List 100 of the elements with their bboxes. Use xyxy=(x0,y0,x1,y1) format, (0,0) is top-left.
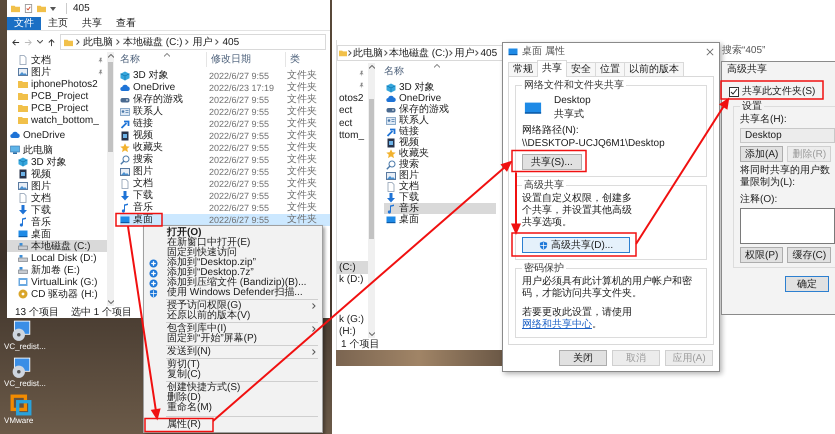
menu-item[interactable]: 删除(D) xyxy=(144,393,322,403)
breadcrumb[interactable]: 本地磁盘 (C:) xyxy=(389,48,448,58)
nav-item[interactable]: 视频 xyxy=(7,168,107,180)
pin-icon[interactable] xyxy=(358,70,365,77)
checklist-icon[interactable] xyxy=(24,4,33,13)
scroll-up-icon[interactable] xyxy=(108,54,114,58)
nav-item[interactable]: k (G:) xyxy=(337,313,368,326)
installer-icon[interactable] xyxy=(10,320,32,342)
nav-item[interactable]: 本地磁盘 (C:) xyxy=(7,240,107,252)
share-button[interactable]: 共享(S)... xyxy=(522,154,582,170)
nav-item[interactable]: (C:) xyxy=(337,261,368,274)
nav-item[interactable]: ect xyxy=(337,104,368,117)
address-bar[interactable]: 此电脑 本地磁盘 (C:) 用户 405 xyxy=(337,45,503,61)
caret-icon[interactable] xyxy=(37,40,43,44)
file-row[interactable]: 下载 xyxy=(384,192,496,203)
tab[interactable]: 以前的版本 xyxy=(624,62,684,76)
comment-field[interactable] xyxy=(740,208,835,244)
breadcrumb[interactable]: 此电脑 xyxy=(353,48,383,58)
menu-item[interactable]: 发送到(N) xyxy=(144,347,322,357)
tab[interactable]: 位置 xyxy=(595,62,625,76)
menu-item[interactable]: 包含到库中(I) xyxy=(144,324,322,334)
dialog-button[interactable]: 关闭 xyxy=(559,350,607,366)
dialog-button[interactable]: 缓存(C) xyxy=(787,247,832,263)
file-row[interactable]: 保存的游戏 xyxy=(384,104,496,115)
file-row[interactable]: OneDrive xyxy=(384,93,496,104)
file-row[interactable]: 文档 2022/6/27 9:55 文件夹 xyxy=(120,178,330,190)
menu-item[interactable]: 固定到快速访问 xyxy=(144,248,322,258)
nav-item[interactable]: 图片 xyxy=(7,66,107,78)
file-row[interactable]: 收藏夹 2022/6/27 9:55 文件夹 xyxy=(120,142,330,154)
file-row[interactable]: 桌面 2022/6/27 9:55 文件夹 xyxy=(120,214,330,226)
checkbox[interactable] xyxy=(729,86,739,96)
nav-item[interactable]: 图片 xyxy=(7,180,107,192)
file-row[interactable]: 桌面 xyxy=(384,214,496,225)
up-icon[interactable] xyxy=(47,38,56,46)
share-name-field[interactable]: Desktop xyxy=(740,128,835,143)
dialog-button[interactable]: 权限(P) xyxy=(740,247,784,263)
nav-item[interactable]: 新加卷 (E:) xyxy=(7,264,107,276)
file-row[interactable]: 链接 2022/6/27 9:55 文件夹 xyxy=(120,118,330,130)
breadcrumb[interactable]: 405 xyxy=(480,48,498,58)
breadcrumb[interactable]: 用户 xyxy=(454,48,474,58)
scrollbar[interactable] xyxy=(368,63,375,338)
nav-item[interactable]: PCB_Project xyxy=(7,102,107,114)
nav-item[interactable]: otos2 xyxy=(337,92,368,104)
desktop-icon-label[interactable]: VMware xyxy=(4,416,34,426)
pin-icon[interactable] xyxy=(97,56,104,64)
file-row[interactable]: 3D 对象 xyxy=(384,82,496,93)
file-row[interactable]: 音乐 2022/6/27 9:55 文件夹 xyxy=(120,202,330,214)
scroll-down-icon[interactable] xyxy=(108,300,114,304)
nav-item[interactable]: 文档 xyxy=(7,54,107,66)
nav-item[interactable]: PCB_Project xyxy=(7,90,107,102)
breadcrumb[interactable]: 此电脑 xyxy=(83,36,113,48)
scrollbar[interactable] xyxy=(107,52,114,306)
menu-item[interactable]: 固定到“开始”屏幕(P) xyxy=(144,334,322,344)
scroll-up-icon[interactable] xyxy=(368,65,374,69)
breadcrumb[interactable]: 405 xyxy=(222,36,240,48)
ribbon-tab[interactable]: 共享 xyxy=(75,17,109,30)
scroll-down-icon[interactable] xyxy=(368,332,374,336)
ribbon-tab[interactable]: 查看 xyxy=(109,17,143,30)
app-logo-icon[interactable] xyxy=(10,394,32,416)
pin-icon[interactable] xyxy=(97,68,104,76)
desktop-icon-label[interactable]: VC_redist... xyxy=(4,343,46,352)
desktop-icon-label[interactable]: VC_redist... xyxy=(4,380,46,389)
menu-item[interactable]: 创建快捷方式(S) xyxy=(144,383,322,393)
nav-item[interactable]: ttom_ xyxy=(337,130,368,142)
caret-icon[interactable] xyxy=(50,6,56,10)
network-center-link[interactable]: 网络和共享中心 xyxy=(522,319,592,330)
file-row[interactable]: 联系人 xyxy=(384,115,496,126)
file-row[interactable]: OneDrive 2022/6/23 17:19 文件夹 xyxy=(120,82,330,94)
nav-item[interactable]: ect xyxy=(337,117,368,130)
menu-item[interactable]: 复制(C) xyxy=(144,370,322,380)
file-row[interactable]: 收藏夹 xyxy=(384,148,496,159)
installer-icon[interactable] xyxy=(10,356,32,379)
menu-item[interactable]: 剪切(T) xyxy=(144,360,322,370)
menu-item[interactable]: 打开(O) xyxy=(144,228,322,238)
ribbon-tab[interactable]: 文件 xyxy=(7,17,41,30)
advanced-sharing-button[interactable]: 高级共享(D)... xyxy=(522,237,630,253)
column-header[interactable]: 名称 xyxy=(120,54,204,65)
nav-item[interactable]: 音乐 xyxy=(7,216,107,228)
breadcrumb[interactable]: 用户 xyxy=(192,36,212,48)
nav-item[interactable]: k (D:) xyxy=(337,274,368,286)
menu-item[interactable]: 添加到“Desktop.7z” xyxy=(144,268,322,278)
nav-item[interactable]: 下载 xyxy=(7,204,107,216)
menu-item[interactable]: 还原以前的版本(V) xyxy=(144,311,322,321)
nav-item[interactable]: iphonePhotos2 xyxy=(7,78,107,90)
column-header[interactable]: 修改日期 xyxy=(206,52,285,67)
file-row[interactable]: 文档 xyxy=(384,181,496,192)
menu-item[interactable]: 使用 Windows Defender扫描... xyxy=(144,288,322,298)
nav-item[interactable]: VirtualLink (G:) xyxy=(7,276,107,288)
nav-item[interactable]: 3D 对象 xyxy=(7,156,107,168)
file-row[interactable]: 搜索 2022/6/27 9:55 文件夹 xyxy=(120,154,330,166)
tab[interactable]: 共享 xyxy=(537,60,567,77)
address-bar[interactable]: 此电脑 本地磁盘 (C:) 用户 405 xyxy=(60,34,326,50)
nav-item[interactable]: CD 驱动器 (H:) xyxy=(7,288,107,300)
menu-item[interactable]: 添加到“Desktop.zip” xyxy=(144,258,322,268)
file-row[interactable]: 视频 2022/6/27 9:55 文件夹 xyxy=(120,130,330,142)
file-row[interactable]: 图片 2022/6/27 9:55 文件夹 xyxy=(120,166,330,178)
file-row[interactable]: 搜索 xyxy=(384,159,496,170)
ok-button[interactable]: 确定 xyxy=(785,276,829,292)
nav-item[interactable]: (H:) xyxy=(337,326,368,338)
close-icon[interactable] xyxy=(706,48,714,56)
